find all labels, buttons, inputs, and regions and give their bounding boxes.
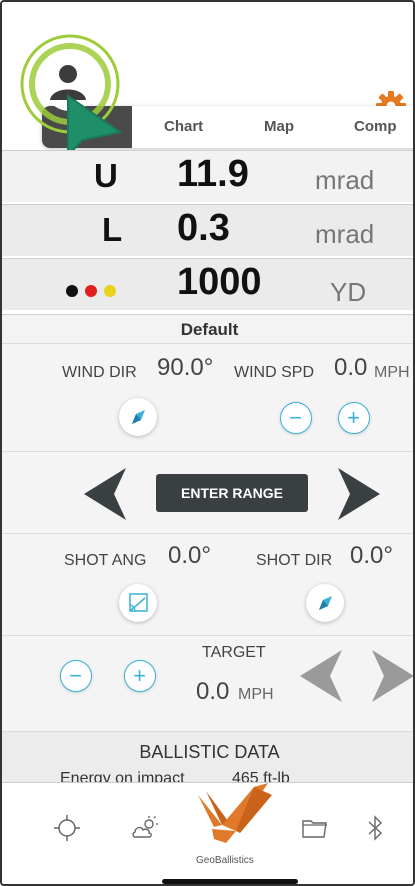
ballistic-data-title: BALLISTIC DATA: [139, 742, 280, 762]
shot-dir-value: 0.0°: [350, 542, 393, 569]
ballistic-data-panel: BALLISTIC DATA Energy on impact 465 ft-l…: [2, 732, 413, 787]
shot-ang-value: 0.0°: [168, 542, 211, 569]
range-increase-arrow-icon[interactable]: [334, 468, 382, 520]
bluetooth-icon[interactable]: [360, 813, 390, 843]
plus-icon: +: [133, 663, 146, 688]
range-decrease-arrow-icon[interactable]: [82, 468, 130, 520]
wind-spd-value: 0.0: [334, 354, 368, 381]
dot-red: [85, 285, 97, 297]
range-readout[interactable]: 1000 YD: [2, 258, 413, 310]
windage-value: 0.3: [177, 207, 230, 249]
range-entry-panel: ENTER RANGE: [2, 452, 413, 534]
enter-range-button[interactable]: ENTER RANGE: [156, 474, 308, 512]
geoballistics-logo-icon[interactable]: [192, 781, 276, 853]
profile-name-bar[interactable]: Default: [2, 314, 413, 344]
target-unit: MPH: [238, 686, 274, 703]
wind-dir-value: 90.0°: [157, 354, 214, 381]
shot-angle-button[interactable]: [119, 584, 157, 622]
pointer-cursor-icon: [67, 94, 123, 158]
crosshair-icon[interactable]: [52, 813, 82, 843]
wind-spd-label: WIND SPD: [234, 364, 314, 381]
wind-panel: WIND DIR 90.0° WIND SPD 0.0 MPH − +: [2, 344, 413, 452]
shot-dir-label: SHOT DIR: [256, 552, 333, 569]
wind-dir-label: WIND DIR: [62, 364, 137, 381]
shot-panel: SHOT ANG 0.0° SHOT DIR 0.0°: [2, 534, 413, 636]
home-indicator[interactable]: [162, 879, 298, 884]
wind-spd-unit: MPH: [374, 364, 410, 381]
dot-yellow: [104, 285, 116, 297]
compass-icon: [319, 596, 332, 610]
windage-direction: L: [102, 211, 123, 248]
tab-map[interactable]: Map: [264, 118, 294, 135]
target-next-arrow-icon[interactable]: [370, 650, 415, 702]
target-label: TARGET: [202, 644, 266, 661]
windage-unit: mrad: [315, 219, 375, 249]
wind-dir-compass-button[interactable]: [119, 398, 157, 436]
range-value: 1000: [177, 261, 262, 303]
tab-chart[interactable]: Chart: [164, 118, 203, 135]
profile-name: Default: [180, 320, 239, 339]
target-value: 0.0: [196, 678, 230, 705]
minus-icon: −: [69, 663, 82, 688]
compass-icon: [132, 410, 145, 424]
target-prev-arrow-icon[interactable]: [298, 650, 344, 702]
target-minus-button[interactable]: −: [60, 660, 92, 692]
plus-icon: +: [347, 405, 360, 430]
weather-icon[interactable]: [130, 813, 160, 843]
range-unit: YD: [330, 277, 367, 307]
wind-spd-plus-button[interactable]: +: [338, 402, 370, 434]
minus-icon: −: [289, 405, 302, 430]
status-dots: [66, 285, 126, 297]
angle-icon: [129, 593, 148, 612]
elevation-readout[interactable]: U 11.9 mrad: [2, 150, 413, 202]
elevation-direction: U: [94, 157, 118, 194]
elevation-value: 11.9: [177, 153, 249, 195]
windage-readout[interactable]: L 0.3 mrad: [2, 204, 413, 256]
target-plus-button[interactable]: +: [124, 660, 156, 692]
elevation-unit: mrad: [315, 165, 375, 195]
bottom-nav: GeoBallistics: [2, 781, 413, 884]
shot-ang-label: SHOT ANG: [64, 552, 147, 569]
folder-icon[interactable]: [300, 813, 330, 843]
wind-spd-minus-button[interactable]: −: [280, 402, 312, 434]
dot-black: [66, 285, 78, 297]
header: Chart Map Comp: [2, 2, 413, 158]
tab-comp[interactable]: Comp: [354, 118, 397, 135]
brand-name: GeoBallistics: [196, 855, 254, 866]
app-frame: Chart Map Comp U 11.9 mrad L 0.3 mrad 10…: [0, 0, 415, 886]
target-panel: − + TARGET 0.0 MPH: [2, 636, 415, 732]
shot-dir-compass-button[interactable]: [306, 584, 344, 622]
